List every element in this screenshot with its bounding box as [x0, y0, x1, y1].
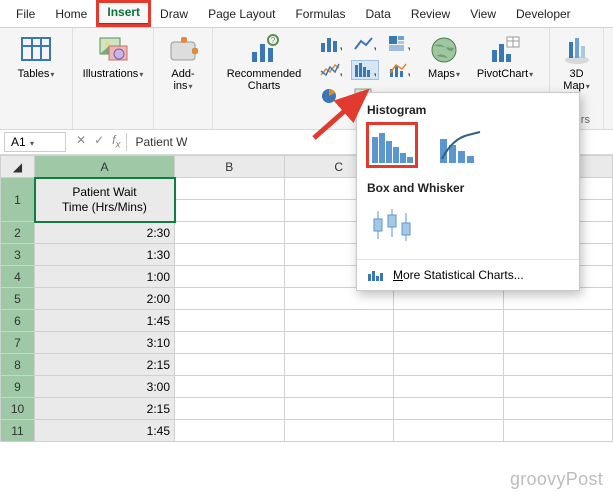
combo-chart-icon: ▾ — [388, 61, 410, 79]
cell[interactable]: 3:00 — [35, 376, 175, 398]
cell[interactable]: 2:15 — [35, 354, 175, 376]
pivotchart-button[interactable]: PivotChart▾ — [475, 34, 535, 80]
statistic-chart-menu: Histogram Box and Whisker More Statistic… — [356, 92, 580, 291]
svg-text:▾: ▾ — [340, 98, 342, 105]
svg-text:▾: ▾ — [408, 72, 410, 79]
line-chart-icon: ▾ — [354, 35, 376, 53]
histogram-option[interactable] — [367, 123, 417, 167]
tables-button[interactable]: Tables▾ — [8, 34, 64, 80]
more-statistical-charts[interactable]: More Statistical Charts... — [367, 266, 569, 284]
chevron-down-icon: ▾ — [30, 139, 34, 148]
enter-formula-icon[interactable]: ✓ — [94, 133, 104, 150]
combo-chart-button[interactable]: ▾ — [385, 60, 413, 80]
row-header[interactable]: 5 — [1, 288, 35, 310]
cell[interactable]: 2:15 — [35, 398, 175, 420]
tab-page-layout[interactable]: Page Layout — [198, 3, 285, 25]
row-header[interactable]: 4 — [1, 266, 35, 288]
3dmap-button[interactable]: 3D Map▾ — [556, 34, 598, 92]
statistic-chart-button[interactable]: ▾ — [351, 60, 379, 80]
box-whisker-option[interactable] — [367, 201, 417, 245]
tab-data[interactable]: Data — [355, 3, 400, 25]
statistic-chart-icon: ▾ — [354, 61, 376, 79]
column-chart-icon: ▾ — [320, 35, 342, 53]
cell[interactable]: Patient WaitTime (Hrs/Mins) — [35, 178, 175, 222]
line-chart-button[interactable]: ▾ — [351, 34, 379, 54]
row-header[interactable]: 8 — [1, 354, 35, 376]
column-chart-button[interactable]: ▾ — [317, 34, 345, 54]
cell[interactable] — [175, 178, 285, 200]
menu-heading-box: Box and Whisker — [367, 181, 569, 195]
hierarchy-chart-icon: ▾ — [388, 35, 410, 53]
tab-formulas[interactable]: Formulas — [285, 3, 355, 25]
pie-chart-button[interactable]: ▾ — [317, 86, 345, 106]
maps-button[interactable]: Maps▾ — [423, 34, 465, 80]
row-header[interactable]: 11 — [1, 420, 35, 442]
group-addins: Add- ins▾ — [154, 28, 213, 129]
illustrations-icon — [97, 34, 129, 66]
row-header[interactable]: 2 — [1, 222, 35, 244]
pareto-option[interactable] — [435, 123, 485, 167]
scatter-chart-icon: ▾ — [320, 61, 342, 79]
box-whisker-icon — [370, 207, 414, 243]
row-header[interactable]: 3 — [1, 244, 35, 266]
addins-icon — [167, 34, 199, 66]
group-illustrations: Illustrations▾ — [73, 28, 154, 129]
svg-text:▾: ▾ — [374, 46, 376, 53]
addins-button[interactable]: Add- ins▾ — [162, 34, 204, 92]
select-all-corner[interactable]: ◢ — [1, 156, 35, 178]
cell[interactable]: 1:00 — [35, 266, 175, 288]
tab-home[interactable]: Home — [45, 3, 97, 25]
svg-text:▾: ▾ — [374, 72, 376, 79]
svg-text:▾: ▾ — [340, 72, 342, 79]
maps-icon — [428, 34, 460, 66]
recommended-charts-icon: ? — [248, 34, 280, 66]
scatter-chart-button[interactable]: ▾ — [317, 60, 345, 80]
col-header-B[interactable]: B — [175, 156, 285, 178]
svg-text:▾: ▾ — [408, 46, 410, 53]
tab-file[interactable]: File — [6, 3, 45, 25]
cancel-formula-icon[interactable]: ✕ — [76, 133, 86, 150]
name-box[interactable]: A1 ▾ — [4, 132, 66, 152]
pareto-icon — [438, 129, 482, 165]
pivotchart-icon — [489, 34, 521, 66]
histogram-icon — [370, 129, 414, 165]
hierarchy-chart-button[interactable]: ▾ — [385, 34, 413, 54]
row-header[interactable]: 6 — [1, 310, 35, 332]
tab-view[interactable]: View — [460, 3, 506, 25]
tab-developer[interactable]: Developer — [506, 3, 581, 25]
tab-review[interactable]: Review — [401, 3, 460, 25]
tab-draw[interactable]: Draw — [150, 3, 198, 25]
watermark: groovyPost — [510, 469, 603, 490]
svg-text:?: ? — [271, 36, 276, 45]
row-header[interactable]: 7 — [1, 332, 35, 354]
col-header-A[interactable]: A — [35, 156, 175, 178]
menu-heading-histogram: Histogram — [367, 103, 569, 117]
cell[interactable]: 2:00 — [35, 288, 175, 310]
cell[interactable]: 2:30 — [35, 222, 175, 244]
pie-chart-icon: ▾ — [320, 87, 342, 105]
fx-icon[interactable]: fx — [112, 133, 120, 150]
ribbon-tabs: File Home Insert Draw Page Layout Formul… — [0, 0, 613, 28]
group-tables: Tables▾ — [0, 28, 73, 129]
more-charts-icon — [367, 268, 385, 282]
tables-icon — [20, 34, 52, 66]
recommended-charts-button[interactable]: ? Recommended Charts — [221, 34, 307, 92]
illustrations-button[interactable]: Illustrations▾ — [81, 34, 145, 80]
svg-text:▾: ▾ — [340, 46, 342, 53]
cell[interactable]: 1:30 — [35, 244, 175, 266]
row-header[interactable]: 10 — [1, 398, 35, 420]
cell[interactable]: 1:45 — [35, 310, 175, 332]
cell[interactable]: 3:10 — [35, 332, 175, 354]
3dmap-icon — [561, 34, 593, 66]
row-header[interactable]: 1 — [1, 178, 35, 222]
tab-insert[interactable]: Insert — [97, 1, 150, 26]
cell[interactable]: 1:45 — [35, 420, 175, 442]
row-header[interactable]: 9 — [1, 376, 35, 398]
